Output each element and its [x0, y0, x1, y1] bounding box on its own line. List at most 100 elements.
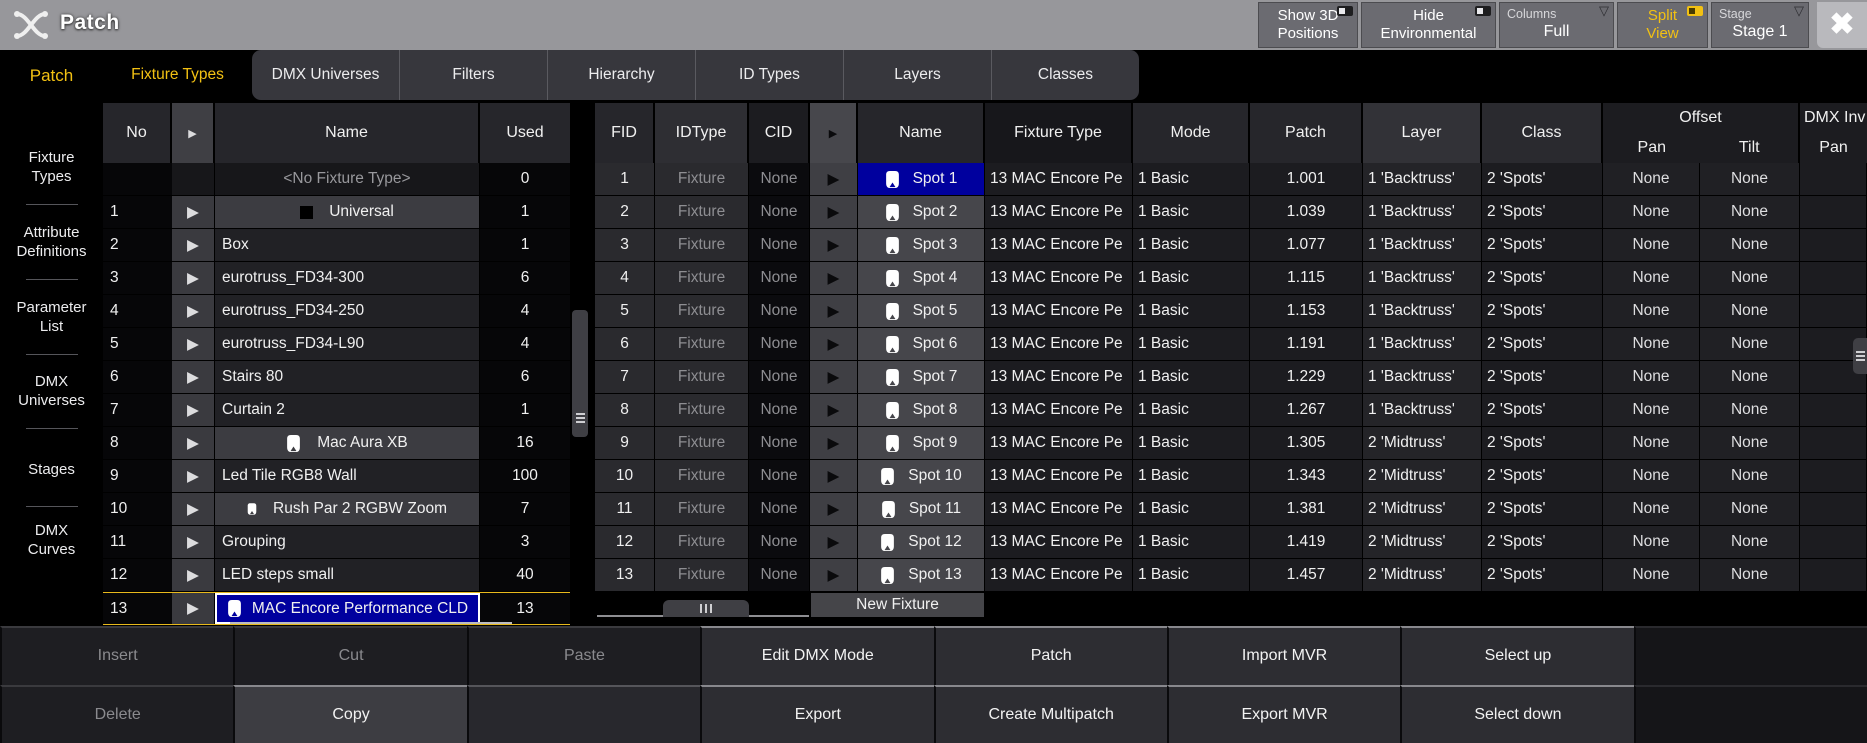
- cell-offset-pan[interactable]: None: [1603, 493, 1700, 525]
- select-down-button[interactable]: Select down: [1400, 685, 1633, 743]
- expand-arrow-icon[interactable]: ▶: [172, 196, 215, 228]
- patch-row[interactable]: 11FixtureNone▶Spot 1113 MAC Encore Pe1 B…: [595, 493, 1867, 526]
- cell-fixture-type[interactable]: 13 MAC Encore Pe: [985, 361, 1133, 393]
- create-multipatch-button[interactable]: Create Multipatch: [934, 685, 1167, 743]
- tab-layers[interactable]: Layers: [843, 50, 991, 100]
- cell-fixture-name[interactable]: Spot 11: [858, 493, 985, 525]
- cell-fixture-type-name[interactable]: Grouping: [215, 526, 480, 558]
- tab-hierarchy[interactable]: Hierarchy: [547, 50, 695, 100]
- cell-dmx-invert-pan[interactable]: [1800, 295, 1867, 327]
- cell-offset-tilt[interactable]: None: [1700, 427, 1800, 459]
- cell-fixture-type-name[interactable]: Curtain 2: [215, 394, 480, 426]
- cell-offset-pan[interactable]: None: [1603, 229, 1700, 261]
- cell-offset-pan[interactable]: None: [1603, 361, 1700, 393]
- expand-arrow-icon[interactable]: ▶: [172, 593, 215, 624]
- cell-class[interactable]: 2 'Spots': [1482, 196, 1603, 228]
- fixture-type-row[interactable]: 12▶LED steps small40: [103, 559, 570, 592]
- cell-layer[interactable]: 1 'Backtruss': [1363, 262, 1482, 294]
- patch-row[interactable]: 7FixtureNone▶Spot 713 MAC Encore Pe1 Bas…: [595, 361, 1867, 394]
- cell-fixture-type[interactable]: 13 MAC Encore Pe: [985, 559, 1133, 591]
- col-header-offset-tilt[interactable]: Tilt: [1701, 133, 1799, 163]
- cell-patch-address[interactable]: 1.115: [1250, 262, 1363, 294]
- patch-row[interactable]: 2FixtureNone▶Spot 213 MAC Encore Pe1 Bas…: [595, 196, 1867, 229]
- cell-dmx-invert-pan[interactable]: [1800, 526, 1867, 558]
- cell-idtype[interactable]: Fixture: [655, 427, 749, 459]
- cell-offset-tilt[interactable]: None: [1700, 361, 1800, 393]
- cell-offset-pan[interactable]: None: [1603, 163, 1700, 195]
- cell-fixture-type-name[interactable]: eurotruss_FD34-L90: [215, 328, 480, 360]
- cell-fixture-type[interactable]: 13 MAC Encore Pe: [985, 427, 1133, 459]
- cell-fixture-type[interactable]: 13 MAC Encore Pe: [985, 229, 1133, 261]
- cell-class[interactable]: 2 'Spots': [1482, 559, 1603, 591]
- cell-fixture-type-name[interactable]: <No Fixture Type>: [215, 163, 480, 195]
- cell-idtype[interactable]: Fixture: [655, 493, 749, 525]
- cell-class[interactable]: 2 'Spots': [1482, 361, 1603, 393]
- cell-fid[interactable]: 11: [595, 493, 655, 525]
- cell-layer[interactable]: 2 'Midtruss': [1363, 460, 1482, 492]
- cell-fixture-type-name[interactable]: Led Tile RGB8 Wall: [215, 460, 480, 492]
- cell-fid[interactable]: 6: [595, 328, 655, 360]
- cell-cid[interactable]: None: [749, 460, 810, 492]
- col-header-name[interactable]: Name: [858, 103, 985, 163]
- patch-row[interactable]: 10FixtureNone▶Spot 1013 MAC Encore Pe1 B…: [595, 460, 1867, 493]
- cell-fixture-type-name[interactable]: LED steps small: [215, 559, 480, 591]
- fixture-type-row[interactable]: 11▶Grouping3: [103, 526, 570, 559]
- cell-offset-tilt[interactable]: None: [1700, 262, 1800, 294]
- cell-cid[interactable]: None: [749, 229, 810, 261]
- cell-fixture-type[interactable]: 13 MAC Encore Pe: [985, 262, 1133, 294]
- patch-button[interactable]: Patch: [934, 626, 1167, 685]
- cell-fid[interactable]: 13: [595, 559, 655, 591]
- cell-fixture-type-name[interactable]: Rush Par 2 RGBW Zoom: [215, 493, 480, 525]
- cell-fixture-name[interactable]: Spot 7: [858, 361, 985, 393]
- cell-fixture-name[interactable]: Spot 6: [858, 328, 985, 360]
- cell-class[interactable]: 2 'Spots': [1482, 526, 1603, 558]
- cell-mode[interactable]: 1 Basic: [1133, 361, 1250, 393]
- cell-fixture-type[interactable]: 13 MAC Encore Pe: [985, 163, 1133, 195]
- expand-arrow-icon[interactable]: ▶: [172, 493, 215, 525]
- cell-fixture-name[interactable]: Spot 13: [858, 559, 985, 591]
- toolbar-button-columns[interactable]: ColumnsFull▽: [1499, 2, 1614, 48]
- edit-dmx-mode-button[interactable]: Edit DMX Mode: [700, 626, 933, 685]
- expand-arrow-icon[interactable]: ▶: [810, 526, 858, 558]
- cell-mode[interactable]: 1 Basic: [1133, 163, 1250, 195]
- fixture-types-vertical-scrollbar[interactable]: [572, 310, 588, 437]
- cell-offset-pan[interactable]: None: [1603, 394, 1700, 426]
- col-header-mode[interactable]: Mode: [1133, 103, 1250, 163]
- cell-fid[interactable]: 5: [595, 295, 655, 327]
- cell-idtype[interactable]: Fixture: [655, 526, 749, 558]
- cell-class[interactable]: 2 'Spots': [1482, 295, 1603, 327]
- col-header-expand[interactable]: ▶: [810, 103, 858, 163]
- cell-class[interactable]: 2 'Spots': [1482, 229, 1603, 261]
- cell-class[interactable]: 2 'Spots': [1482, 394, 1603, 426]
- fixture-type-row[interactable]: 6▶Stairs 806: [103, 361, 570, 394]
- fixture-type-row[interactable]: 7▶Curtain 21: [103, 394, 570, 427]
- close-button[interactable]: ✖: [1817, 2, 1867, 48]
- patch-row[interactable]: 9FixtureNone▶Spot 913 MAC Encore Pe1 Bas…: [595, 427, 1867, 460]
- cell-dmx-invert-pan[interactable]: [1800, 196, 1867, 228]
- cell-cid[interactable]: None: [749, 328, 810, 360]
- fixture-type-row[interactable]: 10▶Rush Par 2 RGBW Zoom7: [103, 493, 570, 526]
- cell-offset-tilt[interactable]: None: [1700, 493, 1800, 525]
- cell-dmx-invert-pan[interactable]: [1800, 493, 1867, 525]
- cell-cid[interactable]: None: [749, 163, 810, 195]
- cell-offset-pan[interactable]: None: [1603, 526, 1700, 558]
- cell-class[interactable]: 2 'Spots': [1482, 427, 1603, 459]
- cell-cid[interactable]: None: [749, 493, 810, 525]
- cell-fixture-type-name[interactable]: Universal: [215, 196, 480, 228]
- cell-class[interactable]: 2 'Spots': [1482, 460, 1603, 492]
- patch-row[interactable]: 13FixtureNone▶Spot 1313 MAC Encore Pe1 B…: [595, 559, 1867, 592]
- cell-fixture-type-name[interactable]: MAC Encore Performance CLD: [215, 593, 480, 624]
- expand-arrow-icon[interactable]: ▶: [810, 229, 858, 261]
- cell-dmx-invert-pan[interactable]: [1800, 427, 1867, 459]
- cell-cid[interactable]: None: [749, 295, 810, 327]
- fixture-types-horizontal-scroll-track[interactable]: [230, 622, 512, 624]
- cell-fid[interactable]: 1: [595, 163, 655, 195]
- cell-cid[interactable]: None: [749, 361, 810, 393]
- patch-row[interactable]: 4FixtureNone▶Spot 413 MAC Encore Pe1 Bas…: [595, 262, 1867, 295]
- cell-fixture-type-name[interactable]: Mac Aura XB: [215, 427, 480, 459]
- col-header-cid[interactable]: CID: [749, 103, 810, 163]
- cell-fid[interactable]: 12: [595, 526, 655, 558]
- cell-idtype[interactable]: Fixture: [655, 460, 749, 492]
- cell-mode[interactable]: 1 Basic: [1133, 493, 1250, 525]
- cell-fid[interactable]: 9: [595, 427, 655, 459]
